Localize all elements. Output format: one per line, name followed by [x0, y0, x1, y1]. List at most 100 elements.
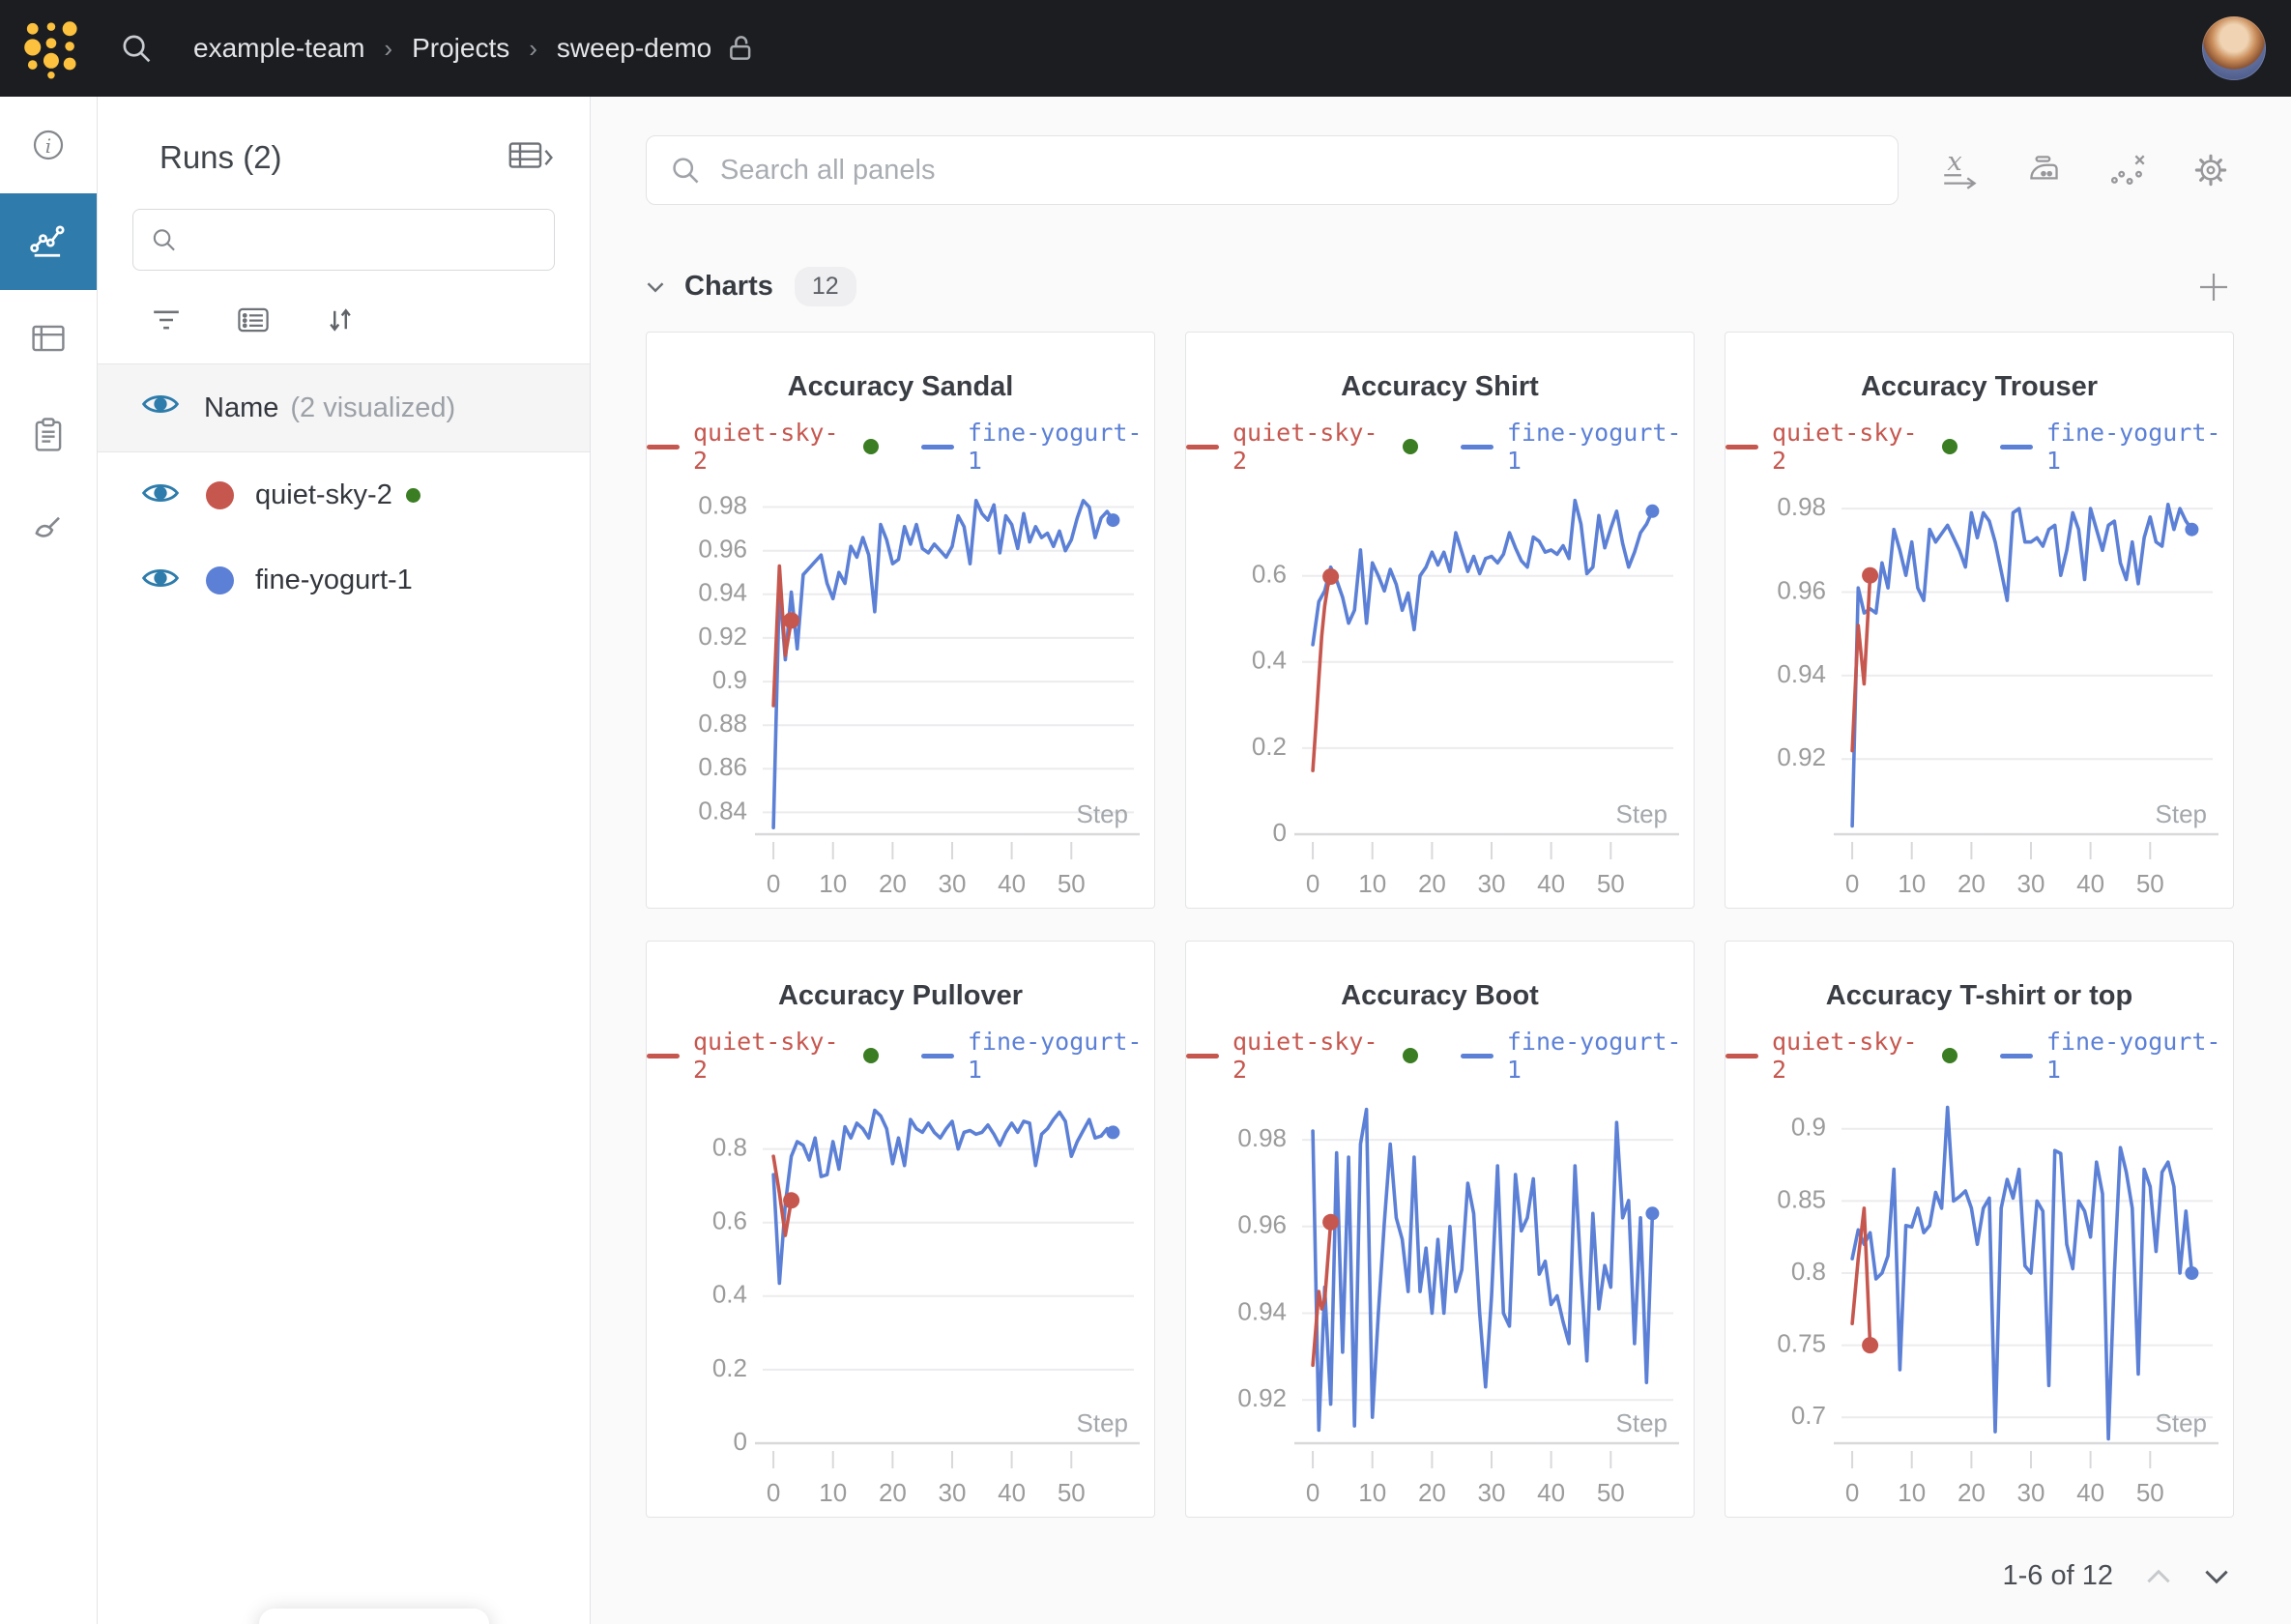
visibility-all-toggle[interactable]	[142, 392, 179, 424]
sort-button[interactable]	[324, 305, 357, 334]
add-panel-button[interactable]	[2194, 268, 2233, 306]
chart-card[interactable]: Accuracy Bootquiet-sky-2fine-yogurt-10.9…	[1185, 941, 1695, 1518]
svg-text:0.9: 0.9	[712, 665, 747, 694]
runs-search-input[interactable]	[190, 224, 536, 256]
pagination-prev-button[interactable]	[2146, 1568, 2171, 1585]
chart-card[interactable]: Accuracy Shirtquiet-sky-2fine-yogurt-10.…	[1185, 332, 1695, 909]
svg-text:0: 0	[1306, 1478, 1320, 1507]
svg-text:0.6: 0.6	[712, 1206, 747, 1235]
chart-plot: 0.980.960.940.9201020304050Step	[1726, 475, 2235, 926]
chart-title: Accuracy Sandal	[647, 371, 1154, 403]
chevron-down-icon	[646, 280, 665, 294]
svg-text:40: 40	[998, 869, 1026, 898]
breadcrumb-projects[interactable]: Projects	[412, 33, 509, 64]
svg-text:0.94: 0.94	[1237, 1296, 1287, 1325]
runs-panel: Runs (2)	[98, 97, 591, 1624]
legend-run-name: fine-yogurt-1	[1507, 1028, 1694, 1084]
svg-text:50: 50	[1597, 1478, 1625, 1507]
charts-pagination: 1-6 of 12	[591, 1560, 2229, 1592]
svg-text:50: 50	[1058, 1478, 1086, 1507]
chart-title: Accuracy Shirt	[1186, 371, 1694, 403]
visibility-toggle[interactable]	[142, 566, 179, 595]
workspace-settings-button[interactable]	[2189, 149, 2233, 191]
breadcrumb-project[interactable]: sweep-demo	[557, 33, 711, 64]
charts-section-label: Charts	[684, 271, 773, 303]
svg-text:0: 0	[1845, 1478, 1859, 1507]
pagination-next-button[interactable]	[2204, 1568, 2229, 1585]
legend-run-name: fine-yogurt-1	[2046, 419, 2233, 475]
smoothing-iron-icon	[2022, 149, 2067, 191]
legend-line-swatch	[1726, 445, 1758, 450]
svg-text:30: 30	[2017, 869, 2045, 898]
chart-plot: 0.80.60.40.2001020304050Step	[647, 1084, 1156, 1535]
svg-text:40: 40	[1537, 1478, 1565, 1507]
svg-text:0: 0	[1845, 869, 1859, 898]
info-icon: i	[27, 124, 70, 166]
svg-text:10: 10	[1358, 869, 1386, 898]
wandb-logo-icon[interactable]	[21, 17, 83, 79]
peeking-popup[interactable]	[259, 1609, 489, 1624]
run-name[interactable]: quiet-sky-2	[255, 479, 392, 511]
svg-text:20: 20	[879, 1478, 907, 1507]
svg-text:20: 20	[1958, 1478, 1986, 1507]
rail-item-logs[interactable]	[0, 387, 97, 483]
breadcrumb-team[interactable]: example-team	[193, 33, 364, 64]
smoothing-button[interactable]	[2022, 149, 2067, 191]
svg-text:30: 30	[1478, 869, 1506, 898]
running-status-dot	[863, 439, 879, 454]
line-chart-icon	[27, 220, 70, 263]
chart-card[interactable]: Accuracy Pulloverquiet-sky-2fine-yogurt-…	[646, 941, 1155, 1518]
svg-text:0.6: 0.6	[1252, 560, 1287, 589]
run-name[interactable]: fine-yogurt-1	[255, 565, 413, 596]
svg-text:Step: Step	[1616, 1408, 1668, 1437]
legend-run-name: fine-yogurt-1	[968, 1028, 1154, 1084]
runs-search-box	[132, 209, 555, 271]
chart-legend: quiet-sky-2fine-yogurt-1	[647, 1028, 1154, 1084]
eye-icon	[142, 392, 179, 417]
svg-text:0: 0	[734, 1427, 747, 1456]
legend-run-name: quiet-sky-2	[1772, 419, 1930, 475]
svg-text:0.98: 0.98	[1237, 1123, 1287, 1152]
chart-card[interactable]: Accuracy Trouser quiet-sky-2 fine-yogurt-1…	[1725, 332, 2234, 909]
x-axis-settings-button[interactable]: x	[1939, 149, 1984, 191]
rail-item-sweeps[interactable]	[0, 483, 97, 580]
runs-column-header: Name (2 visualized)	[98, 364, 590, 452]
legend-run-name: quiet-sky-2	[693, 419, 852, 475]
legend-line-swatch	[2000, 1054, 2033, 1058]
broom-icon	[27, 510, 70, 553]
legend-line-swatch	[1461, 445, 1494, 450]
run-row-quiet-sky-2[interactable]: quiet-sky-2	[98, 452, 590, 537]
runs-column-label: Name	[204, 392, 278, 424]
svg-text:40: 40	[1537, 869, 1565, 898]
filter-button[interactable]	[150, 306, 183, 334]
collapse-charts-button[interactable]	[646, 280, 665, 294]
chevron-up-icon	[2146, 1568, 2171, 1585]
rail-item-table[interactable]	[0, 290, 97, 387]
topbar-search-icon[interactable]	[120, 32, 153, 65]
rail-item-workspace[interactable]	[0, 193, 97, 290]
chart-card[interactable]: Accuracy T-shirt or topquiet-sky-2fine-y…	[1725, 941, 2234, 1518]
svg-text:30: 30	[2017, 1478, 2045, 1507]
outliers-button[interactable]	[2105, 149, 2150, 191]
group-list-button[interactable]	[237, 306, 270, 334]
running-status-dot	[1942, 439, 1958, 454]
panel-search-input[interactable]	[718, 154, 1874, 188]
running-status-dot	[863, 1048, 879, 1063]
expand-runs-table-button[interactable]	[508, 141, 555, 174]
chart-card[interactable]: Accuracy Sandal quiet-sky-2 fine-yogurt-1 0…	[646, 332, 1155, 909]
settings-gear-icon	[2189, 149, 2233, 191]
svg-text:50: 50	[1597, 869, 1625, 898]
clipboard-icon	[27, 414, 70, 456]
chart-title: Accuracy Trouser	[1726, 371, 2233, 403]
rail-item-overview[interactable]: i	[0, 97, 97, 193]
visibility-toggle[interactable]	[142, 480, 179, 510]
run-row-fine-yogurt-1[interactable]: fine-yogurt-1	[98, 537, 590, 623]
svg-text:0.98: 0.98	[1777, 492, 1826, 521]
chart-legend: quiet-sky-2fine-yogurt-1	[1186, 1028, 1694, 1084]
user-avatar[interactable]	[2202, 16, 2266, 80]
svg-text:50: 50	[2136, 1478, 2164, 1507]
legend-run-name: fine-yogurt-1	[968, 419, 1154, 475]
list-icon	[237, 306, 270, 334]
svg-text:0.96: 0.96	[698, 535, 747, 564]
svg-text:20: 20	[1418, 1478, 1446, 1507]
